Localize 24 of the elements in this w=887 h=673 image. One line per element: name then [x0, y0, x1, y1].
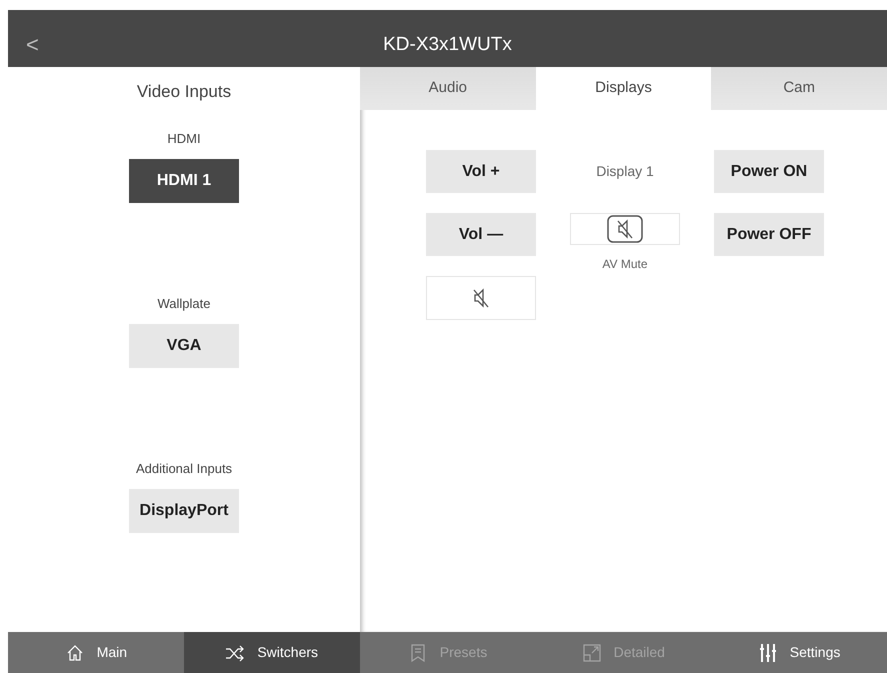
shuffle-icon [225, 642, 246, 662]
expand-icon [582, 642, 602, 662]
input-button[interactable]: HDMI 1 [129, 158, 239, 202]
power-off-button[interactable]: Power OFF [714, 213, 824, 256]
back-button[interactable]: < [26, 34, 39, 56]
input-button[interactable]: DisplayPort [129, 488, 239, 532]
display-title: Display 1 [595, 162, 655, 181]
av-mute-button[interactable] [570, 213, 680, 245]
power-on-button[interactable]: Power ON [714, 150, 824, 193]
nav-tab[interactable]: Switchers [184, 632, 360, 673]
tab[interactable]: Audio [360, 67, 536, 110]
section-title: Video Inputs [136, 81, 232, 103]
av-mute-label: AV Mute [601, 256, 649, 273]
mute-icon [472, 287, 490, 309]
tab[interactable]: Cam [711, 67, 887, 110]
group-label: HDMI [167, 130, 201, 148]
group-label: Wallplate [158, 295, 210, 313]
input-button[interactable]: VGA [129, 324, 239, 368]
group-label: Additional Inputs [136, 460, 232, 478]
sliders-icon [758, 642, 778, 662]
av-mute-icon [607, 215, 643, 243]
app-title: KD-X3x1WUTx [383, 33, 512, 58]
volume-up-button[interactable]: Vol + [426, 150, 536, 193]
volume-down-button[interactable]: Vol — [426, 213, 536, 256]
